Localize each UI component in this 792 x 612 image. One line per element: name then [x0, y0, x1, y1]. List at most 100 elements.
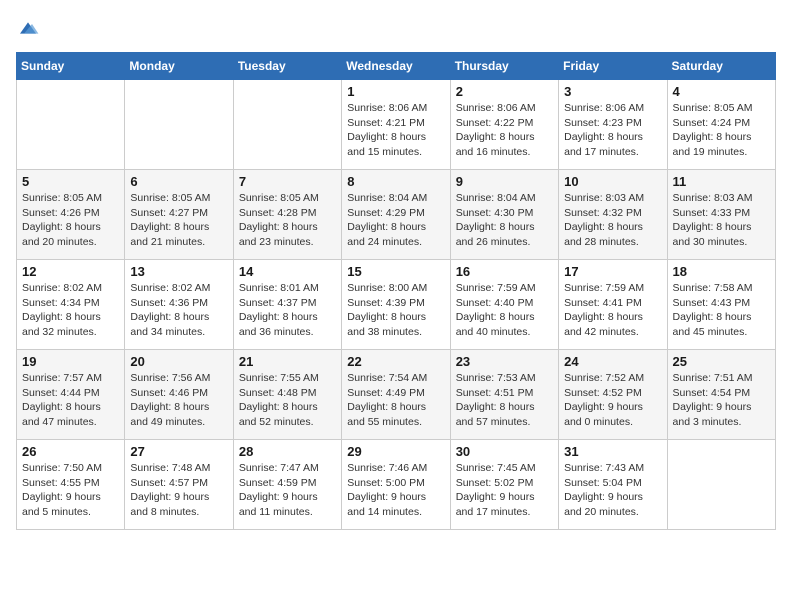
calendar-cell: 14 Sunrise: 8:01 AM Sunset: 4:37 PM Dayli…	[233, 260, 341, 350]
day-detail: Sunrise: 7:55 AM Sunset: 4:48 PM Dayligh…	[239, 371, 336, 430]
day-number: 22	[347, 354, 444, 369]
calendar-cell: 9Sunrise: 8:04 AM Sunset: 4:30 PM Daylig…	[450, 170, 558, 260]
calendar-cell: 10 Sunrise: 8:03 AM Sunset: 4:32 PM Dayli…	[559, 170, 667, 260]
day-detail: Sunrise: 8:05 AM Sunset: 4:26 PM Dayligh…	[22, 191, 119, 250]
calendar-week-row: 12Sunrise: 8:02 AM Sunset: 4:34 PM Dayli…	[17, 260, 776, 350]
day-number: 13	[130, 264, 227, 279]
calendar-cell: 21 Sunrise: 7:55 AM Sunset: 4:48 PM Dayli…	[233, 350, 341, 440]
calendar-cell: 31 Sunrise: 7:43 AM Sunset: 5:04 PM Dayli…	[559, 440, 667, 530]
calendar-cell: 5 Sunrise: 8:05 AM Sunset: 4:26 PM Daylig…	[17, 170, 125, 260]
day-detail: Sunrise: 8:06 AM Sunset: 4:21 PM Dayligh…	[347, 101, 444, 160]
calendar-cell: 4Sunrise: 8:05 AM Sunset: 4:24 PM Daylig…	[667, 80, 775, 170]
day-detail: Sunrise: 8:04 AM Sunset: 4:29 PM Dayligh…	[347, 191, 444, 250]
day-detail: Sunrise: 7:43 AM Sunset: 5:04 PM Dayligh…	[564, 461, 661, 520]
calendar-cell: 22 Sunrise: 7:54 AM Sunset: 4:49 PM Dayli…	[342, 350, 450, 440]
day-number: 27	[130, 444, 227, 459]
day-detail: Sunrise: 8:05 AM Sunset: 4:24 PM Dayligh…	[673, 101, 770, 160]
day-number: 20	[130, 354, 227, 369]
calendar-cell: 19Sunrise: 7:57 AM Sunset: 4:44 PM Dayli…	[17, 350, 125, 440]
calendar-cell: 6 Sunrise: 8:05 AM Sunset: 4:27 PM Daylig…	[125, 170, 233, 260]
calendar-week-row: 1 Sunrise: 8:06 AM Sunset: 4:21 PM Daylig…	[17, 80, 776, 170]
day-detail: Sunrise: 7:56 AM Sunset: 4:46 PM Dayligh…	[130, 371, 227, 430]
calendar-cell: 30Sunrise: 7:45 AM Sunset: 5:02 PM Dayli…	[450, 440, 558, 530]
day-number: 28	[239, 444, 336, 459]
day-detail: Sunrise: 8:06 AM Sunset: 4:23 PM Dayligh…	[564, 101, 661, 160]
day-number: 30	[456, 444, 553, 459]
day-detail: Sunrise: 8:01 AM Sunset: 4:37 PM Dayligh…	[239, 281, 336, 340]
day-number: 31	[564, 444, 661, 459]
day-detail: Sunrise: 8:03 AM Sunset: 4:33 PM Dayligh…	[673, 191, 770, 250]
calendar-cell: 20 Sunrise: 7:56 AM Sunset: 4:46 PM Dayli…	[125, 350, 233, 440]
day-number: 21	[239, 354, 336, 369]
calendar-cell: 16 Sunrise: 7:59 AM Sunset: 4:40 PM Dayli…	[450, 260, 558, 350]
weekday-header: Sunday	[17, 53, 125, 80]
day-detail: Sunrise: 7:48 AM Sunset: 4:57 PM Dayligh…	[130, 461, 227, 520]
calendar-header: SundayMondayTuesdayWednesdayThursdayFrid…	[17, 53, 776, 80]
calendar-cell: 7 Sunrise: 8:05 AM Sunset: 4:28 PM Daylig…	[233, 170, 341, 260]
day-detail: Sunrise: 8:00 AM Sunset: 4:39 PM Dayligh…	[347, 281, 444, 340]
day-detail: Sunrise: 7:51 AM Sunset: 4:54 PM Dayligh…	[673, 371, 770, 430]
calendar-cell: 2 Sunrise: 8:06 AM Sunset: 4:22 PM Daylig…	[450, 80, 558, 170]
day-number: 18	[673, 264, 770, 279]
calendar-cell	[125, 80, 233, 170]
day-number: 1	[347, 84, 444, 99]
calendar-cell: 15 Sunrise: 8:00 AM Sunset: 4:39 PM Dayli…	[342, 260, 450, 350]
day-detail: Sunrise: 8:06 AM Sunset: 4:22 PM Dayligh…	[456, 101, 553, 160]
day-number: 8	[347, 174, 444, 189]
day-number: 23	[456, 354, 553, 369]
calendar-cell: 25 Sunrise: 7:51 AM Sunset: 4:54 PM Dayli…	[667, 350, 775, 440]
calendar-week-row: 5 Sunrise: 8:05 AM Sunset: 4:26 PM Daylig…	[17, 170, 776, 260]
logo	[16, 16, 44, 40]
day-detail: Sunrise: 7:59 AM Sunset: 4:40 PM Dayligh…	[456, 281, 553, 340]
calendar: SundayMondayTuesdayWednesdayThursdayFrid…	[16, 52, 776, 530]
day-number: 5	[22, 174, 119, 189]
weekday-header: Friday	[559, 53, 667, 80]
day-number: 29	[347, 444, 444, 459]
day-number: 7	[239, 174, 336, 189]
weekday-header: Thursday	[450, 53, 558, 80]
calendar-cell: 29 Sunrise: 7:46 AM Sunset: 5:00 PM Dayli…	[342, 440, 450, 530]
page-header	[16, 16, 776, 40]
calendar-cell: 8 Sunrise: 8:04 AM Sunset: 4:29 PM Daylig…	[342, 170, 450, 260]
calendar-cell: 24Sunrise: 7:52 AM Sunset: 4:52 PM Dayli…	[559, 350, 667, 440]
weekday-header: Tuesday	[233, 53, 341, 80]
day-number: 10	[564, 174, 661, 189]
weekday-header: Wednesday	[342, 53, 450, 80]
calendar-cell: 27 Sunrise: 7:48 AM Sunset: 4:57 PM Dayli…	[125, 440, 233, 530]
calendar-cell: 13 Sunrise: 8:02 AM Sunset: 4:36 PM Dayli…	[125, 260, 233, 350]
day-number: 16	[456, 264, 553, 279]
day-detail: Sunrise: 7:47 AM Sunset: 4:59 PM Dayligh…	[239, 461, 336, 520]
day-detail: Sunrise: 7:53 AM Sunset: 4:51 PM Dayligh…	[456, 371, 553, 430]
day-number: 24	[564, 354, 661, 369]
calendar-week-row: 26 Sunrise: 7:50 AM Sunset: 4:55 PM Dayli…	[17, 440, 776, 530]
day-detail: Sunrise: 7:58 AM Sunset: 4:43 PM Dayligh…	[673, 281, 770, 340]
day-number: 15	[347, 264, 444, 279]
day-detail: Sunrise: 7:50 AM Sunset: 4:55 PM Dayligh…	[22, 461, 119, 520]
day-detail: Sunrise: 8:05 AM Sunset: 4:27 PM Dayligh…	[130, 191, 227, 250]
calendar-cell	[233, 80, 341, 170]
day-number: 11	[673, 174, 770, 189]
calendar-cell: 17Sunrise: 7:59 AM Sunset: 4:41 PM Dayli…	[559, 260, 667, 350]
day-number: 25	[673, 354, 770, 369]
calendar-cell: 3Sunrise: 8:06 AM Sunset: 4:23 PM Daylig…	[559, 80, 667, 170]
calendar-cell: 28 Sunrise: 7:47 AM Sunset: 4:59 PM Dayli…	[233, 440, 341, 530]
calendar-cell: 18 Sunrise: 7:58 AM Sunset: 4:43 PM Dayli…	[667, 260, 775, 350]
logo-icon	[16, 16, 40, 40]
calendar-body: 1 Sunrise: 8:06 AM Sunset: 4:21 PM Daylig…	[17, 80, 776, 530]
calendar-cell	[667, 440, 775, 530]
day-number: 26	[22, 444, 119, 459]
day-detail: Sunrise: 8:05 AM Sunset: 4:28 PM Dayligh…	[239, 191, 336, 250]
calendar-cell	[17, 80, 125, 170]
day-number: 17	[564, 264, 661, 279]
day-number: 2	[456, 84, 553, 99]
day-detail: Sunrise: 7:57 AM Sunset: 4:44 PM Dayligh…	[22, 371, 119, 430]
day-detail: Sunrise: 7:54 AM Sunset: 4:49 PM Dayligh…	[347, 371, 444, 430]
day-detail: Sunrise: 7:46 AM Sunset: 5:00 PM Dayligh…	[347, 461, 444, 520]
day-number: 6	[130, 174, 227, 189]
day-detail: Sunrise: 8:02 AM Sunset: 4:36 PM Dayligh…	[130, 281, 227, 340]
weekday-row: SundayMondayTuesdayWednesdayThursdayFrid…	[17, 53, 776, 80]
weekday-header: Saturday	[667, 53, 775, 80]
day-detail: Sunrise: 8:03 AM Sunset: 4:32 PM Dayligh…	[564, 191, 661, 250]
day-number: 14	[239, 264, 336, 279]
calendar-cell: 12Sunrise: 8:02 AM Sunset: 4:34 PM Dayli…	[17, 260, 125, 350]
